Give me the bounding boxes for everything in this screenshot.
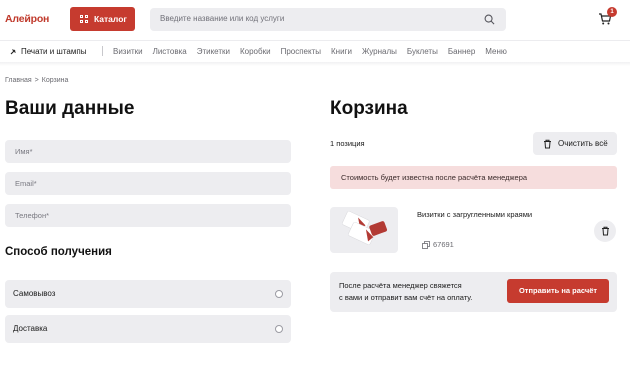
- clear-cart-label: Очистить всё: [558, 139, 608, 148]
- cart-title: Корзина: [330, 98, 408, 119]
- breadcrumb-current: Корзина: [41, 77, 69, 84]
- nav-item[interactable]: Журналы: [362, 47, 397, 56]
- delivery-title: Способ получения: [5, 246, 112, 258]
- business-cards-image: [342, 210, 388, 245]
- catalog-button[interactable]: Каталог: [70, 7, 135, 31]
- phone-placeholder: Телефон*: [15, 211, 50, 220]
- nav-divider: [102, 46, 103, 56]
- product-name[interactable]: Визитки с загругленными краями: [417, 210, 532, 219]
- email-placeholder: Email*: [15, 179, 37, 188]
- delivery-option-shipping[interactable]: Доставка: [5, 315, 291, 343]
- nav-item[interactable]: Меню: [485, 47, 507, 56]
- breadcrumb: Главная > Корзина: [5, 77, 68, 84]
- submit-info: После расчёта менеджер свяжется с вами и…: [339, 280, 472, 304]
- delete-item-button[interactable]: [594, 220, 616, 242]
- search-placeholder: Введите название или код услуги: [160, 14, 285, 23]
- nav-item-label: Печати и штампы: [21, 47, 87, 56]
- nav-items: Визитки Листовка Этикетки Коробки Проспе…: [113, 47, 517, 56]
- site-header: Алейрон Каталог Введите название или код…: [0, 0, 630, 38]
- phone-field[interactable]: Телефон*: [5, 204, 291, 227]
- submit-panel: После расчёта менеджер свяжется с вами и…: [330, 272, 617, 312]
- nav-item[interactable]: Проспекты: [281, 47, 321, 56]
- search-icon[interactable]: [484, 14, 495, 25]
- breadcrumb-separator: >: [34, 77, 39, 84]
- radio-button[interactable]: [275, 325, 283, 333]
- trash-icon: [544, 139, 551, 148]
- nav-item-stamps[interactable]: Печати и штампы: [10, 47, 86, 56]
- nav-item[interactable]: Визитки: [113, 47, 143, 56]
- nav-item[interactable]: Книги: [331, 47, 352, 56]
- send-for-calculation-button[interactable]: Отправить на расчёт: [507, 279, 609, 303]
- nav-item[interactable]: Этикетки: [197, 47, 230, 56]
- delivery-option-label: Доставка: [13, 324, 48, 333]
- page-title: Ваши данные: [5, 98, 135, 119]
- nav-item[interactable]: Листовка: [153, 47, 187, 56]
- nav-item[interactable]: Буклеты: [407, 47, 438, 56]
- category-nav: Печати и штампы Визитки Листовка Этикетк…: [0, 40, 630, 62]
- stamp-icon: [10, 49, 16, 55]
- delivery-option-label: Самовывоз: [13, 289, 56, 298]
- radio-button[interactable]: [275, 290, 283, 298]
- product-code: 67691: [422, 240, 454, 249]
- product-image[interactable]: [330, 207, 398, 253]
- nav-shadow: [0, 62, 630, 66]
- trash-icon: [601, 226, 609, 236]
- price-notice-text: Стоимость будет известна после расчёта м…: [341, 173, 528, 182]
- breadcrumb-home[interactable]: Главная: [5, 77, 32, 84]
- submit-info-line: После расчёта менеджер свяжется: [339, 281, 462, 290]
- logo[interactable]: Алейрон: [5, 13, 49, 25]
- price-notice: Стоимость будет известна после расчёта м…: [330, 166, 617, 189]
- email-field[interactable]: Email*: [5, 172, 291, 195]
- submit-info-line: с вами и отправит вам счёт на оплату.: [339, 293, 473, 302]
- grid-icon: [80, 15, 88, 23]
- nav-item[interactable]: Баннер: [448, 47, 475, 56]
- name-field[interactable]: Имя*: [5, 140, 291, 163]
- delivery-option-pickup[interactable]: Самовывоз: [5, 280, 291, 308]
- positions-count: 1 позиция: [330, 139, 365, 148]
- clear-cart-button[interactable]: Очистить всё: [533, 132, 617, 155]
- catalog-button-label: Каталог: [94, 14, 127, 24]
- name-placeholder: Имя*: [15, 147, 33, 156]
- search-input[interactable]: Введите название или код услуги: [150, 8, 506, 31]
- product-code-value: 67691: [433, 240, 454, 249]
- cart-count-badge: 1: [607, 7, 617, 17]
- copy-icon[interactable]: [422, 240, 430, 249]
- nav-item[interactable]: Коробки: [240, 47, 271, 56]
